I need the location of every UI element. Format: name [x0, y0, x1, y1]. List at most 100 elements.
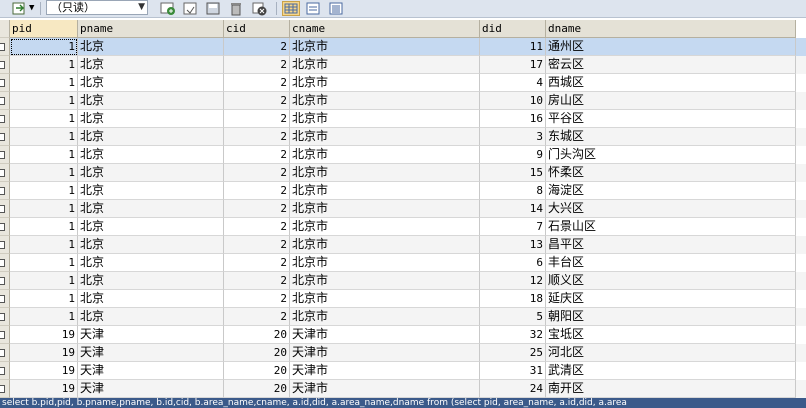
- table-cell-pid[interactable]: 1: [10, 92, 78, 110]
- table-cell-pname[interactable]: 北京: [78, 254, 224, 272]
- table-cell-pid[interactable]: 1: [10, 236, 78, 254]
- table-cell-did[interactable]: 15: [480, 164, 546, 182]
- table-cell-cname[interactable]: 北京市: [290, 128, 480, 146]
- table-cell-cname[interactable]: 北京市: [290, 218, 480, 236]
- table-cell-cid[interactable]: 2: [224, 290, 290, 308]
- table-row[interactable]: 1 北京 2 北京市 7 石景山区: [0, 218, 806, 236]
- save-changes-icon[interactable]: [205, 1, 221, 16]
- table-cell-cname[interactable]: 天津市: [290, 326, 480, 344]
- cancel-icon[interactable]: [252, 1, 268, 16]
- table-cell-pid[interactable]: 1: [10, 254, 78, 272]
- table-cell-dname[interactable]: 大兴区: [546, 200, 796, 218]
- import-dropdown-icon[interactable]: ▼: [29, 1, 34, 16]
- table-cell-did[interactable]: 14: [480, 200, 546, 218]
- table-cell-pname[interactable]: 北京: [78, 110, 224, 128]
- table-row[interactable]: 1 北京 2 北京市 18 延庆区: [0, 290, 806, 308]
- table-cell-pname[interactable]: 北京: [78, 182, 224, 200]
- table-row[interactable]: 19 天津 20 天津市 32 宝坻区: [0, 326, 806, 344]
- table-cell-cid[interactable]: 2: [224, 128, 290, 146]
- column-header-pname[interactable]: pname: [78, 20, 224, 38]
- table-cell-pname[interactable]: 北京: [78, 236, 224, 254]
- table-cell-dname[interactable]: 武清区: [546, 362, 796, 380]
- table-row[interactable]: 1 北京 2 北京市 12 顺义区: [0, 272, 806, 290]
- table-cell-did[interactable]: 4: [480, 74, 546, 92]
- table-cell-pname[interactable]: 北京: [78, 146, 224, 164]
- table-cell-dname[interactable]: 顺义区: [546, 272, 796, 290]
- add-row-icon[interactable]: [160, 1, 176, 16]
- table-cell-cname[interactable]: 北京市: [290, 164, 480, 182]
- table-cell-cname[interactable]: 北京市: [290, 200, 480, 218]
- table-cell-did[interactable]: 18: [480, 290, 546, 308]
- table-cell-cid[interactable]: 2: [224, 236, 290, 254]
- table-cell-pid[interactable]: 1: [10, 110, 78, 128]
- table-cell-dname[interactable]: 西城区: [546, 74, 796, 92]
- row-selector[interactable]: [0, 362, 10, 380]
- table-cell-cname[interactable]: 北京市: [290, 38, 480, 56]
- table-cell-did[interactable]: 10: [480, 92, 546, 110]
- table-cell-dname[interactable]: 海淀区: [546, 182, 796, 200]
- table-cell-pname[interactable]: 北京: [78, 200, 224, 218]
- column-header-cid[interactable]: cid: [224, 20, 290, 38]
- table-cell-did[interactable]: 31: [480, 362, 546, 380]
- table-row[interactable]: 1 北京 2 北京市 6 丰台区: [0, 254, 806, 272]
- table-row[interactable]: 1 北京 2 北京市 8 海淀区: [0, 182, 806, 200]
- table-cell-cname[interactable]: 北京市: [290, 110, 480, 128]
- table-row[interactable]: 1 北京 2 北京市 11 通州区: [0, 38, 806, 56]
- table-cell-did[interactable]: 25: [480, 344, 546, 362]
- table-cell-dname[interactable]: 昌平区: [546, 236, 796, 254]
- table-cell-pname[interactable]: 北京: [78, 74, 224, 92]
- table-cell-cname[interactable]: 北京市: [290, 290, 480, 308]
- table-cell-pname[interactable]: 北京: [78, 164, 224, 182]
- table-cell-pname[interactable]: 北京: [78, 272, 224, 290]
- table-row[interactable]: 19 天津 20 天津市 24 南开区: [0, 380, 806, 398]
- column-header-did[interactable]: did: [480, 20, 546, 38]
- table-cell-cid[interactable]: 2: [224, 254, 290, 272]
- table-cell-did[interactable]: 7: [480, 218, 546, 236]
- read-only-mode-select[interactable]: （只读） ▼: [46, 0, 148, 15]
- table-cell-pid[interactable]: 1: [10, 272, 78, 290]
- table-cell-pid[interactable]: 1: [10, 128, 78, 146]
- table-row[interactable]: 1 北京 2 北京市 14 大兴区: [0, 200, 806, 218]
- table-cell-dname[interactable]: 延庆区: [546, 290, 796, 308]
- table-cell-pid[interactable]: 19: [10, 344, 78, 362]
- table-cell-did[interactable]: 6: [480, 254, 546, 272]
- table-cell-cid[interactable]: 20: [224, 380, 290, 398]
- table-cell-pname[interactable]: 北京: [78, 218, 224, 236]
- table-cell-dname[interactable]: 朝阳区: [546, 308, 796, 326]
- text-view-icon[interactable]: [328, 1, 344, 16]
- table-row[interactable]: 1 北京 2 北京市 3 东城区: [0, 128, 806, 146]
- table-cell-cname[interactable]: 北京市: [290, 254, 480, 272]
- table-cell-pid[interactable]: 1: [10, 38, 78, 56]
- table-cell-cid[interactable]: 2: [224, 74, 290, 92]
- table-row[interactable]: 1 北京 2 北京市 16 平谷区: [0, 110, 806, 128]
- table-cell-pid[interactable]: 19: [10, 326, 78, 344]
- table-row[interactable]: 19 天津 20 天津市 25 河北区: [0, 344, 806, 362]
- table-row[interactable]: 1 北京 2 北京市 5 朝阳区: [0, 308, 806, 326]
- table-cell-pid[interactable]: 1: [10, 146, 78, 164]
- table-row[interactable]: 1 北京 2 北京市 17 密云区: [0, 56, 806, 74]
- table-cell-cid[interactable]: 2: [224, 92, 290, 110]
- table-cell-cid[interactable]: 20: [224, 344, 290, 362]
- row-selector[interactable]: [0, 146, 10, 164]
- delete-icon[interactable]: [228, 1, 244, 16]
- table-cell-pname[interactable]: 天津: [78, 326, 224, 344]
- column-header-dname[interactable]: dname: [546, 20, 796, 38]
- table-cell-pname[interactable]: 北京: [78, 92, 224, 110]
- row-selector[interactable]: [0, 56, 10, 74]
- table-cell-cname[interactable]: 北京市: [290, 146, 480, 164]
- table-cell-dname[interactable]: 通州区: [546, 38, 796, 56]
- table-cell-pid[interactable]: 1: [10, 164, 78, 182]
- table-cell-cid[interactable]: 2: [224, 200, 290, 218]
- column-header-pid[interactable]: pid: [10, 20, 78, 38]
- table-cell-pid[interactable]: 19: [10, 362, 78, 380]
- table-cell-dname[interactable]: 宝坻区: [546, 326, 796, 344]
- column-header-cname[interactable]: cname: [290, 20, 480, 38]
- table-cell-dname[interactable]: 门头沟区: [546, 146, 796, 164]
- table-cell-pname[interactable]: 北京: [78, 128, 224, 146]
- table-cell-cid[interactable]: 2: [224, 272, 290, 290]
- table-cell-did[interactable]: 13: [480, 236, 546, 254]
- table-cell-pid[interactable]: 1: [10, 308, 78, 326]
- import-icon[interactable]: [12, 1, 28, 16]
- table-cell-pid[interactable]: 1: [10, 74, 78, 92]
- row-selector[interactable]: [0, 218, 10, 236]
